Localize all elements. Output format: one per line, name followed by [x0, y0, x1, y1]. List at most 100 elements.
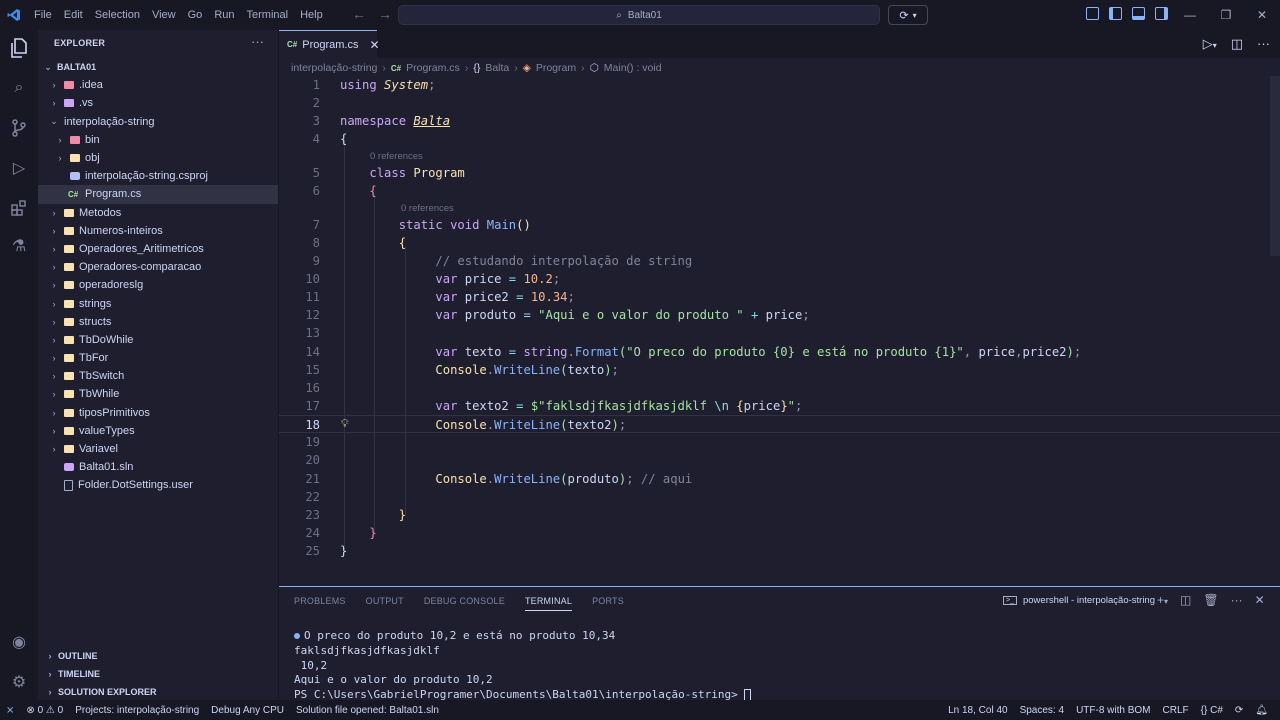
menu-help[interactable]: Help	[294, 0, 329, 30]
tree-folder[interactable]: › Operadores-comparacao	[38, 258, 278, 276]
tree-folder[interactable]: › bin	[38, 131, 278, 149]
split-terminal-icon[interactable]: ◫	[1180, 593, 1191, 607]
tab-output[interactable]: OUTPUT	[366, 596, 404, 611]
debug-config-status[interactable]: Debug Any CPU	[205, 705, 290, 716]
terminal-selector[interactable]: >_ powershell - interpolação-string	[1003, 595, 1155, 606]
outline-section[interactable]: › OUTLINE	[38, 647, 278, 665]
tree-folder[interactable]: › structs	[38, 313, 278, 331]
forward-arrow-icon[interactable]: →	[378, 6, 392, 22]
code-editor[interactable]: 1 using System; 2 3 namespace Balta 4{ 0 r…	[279, 76, 1280, 582]
run-code-icon[interactable]: ▷▾	[1203, 36, 1217, 52]
tree-folder[interactable]: › .idea	[38, 76, 278, 94]
tab-problems[interactable]: PROBLEMS	[294, 596, 346, 611]
tree-folder[interactable]: ⌄ interpolação-string	[38, 113, 278, 131]
more-actions-icon[interactable]: ···	[1257, 36, 1270, 52]
codelens-references[interactable]: 0 references	[370, 151, 423, 162]
menu-selection[interactable]: Selection	[89, 0, 146, 30]
end-of-line[interactable]: CRLF	[1157, 705, 1195, 716]
breadcrumb-folder[interactable]: interpolação-string	[291, 62, 377, 74]
tree-folder[interactable]: › .vs	[38, 94, 278, 112]
codelens-references[interactable]: 0 references	[401, 203, 454, 214]
source-control-icon[interactable]	[9, 118, 29, 138]
settings-gear-icon[interactable]: ⚙	[9, 672, 29, 692]
lightbulb-icon[interactable]: 💡︎	[341, 418, 349, 431]
tab-debug-console[interactable]: DEBUG CONSOLE	[424, 596, 505, 611]
customize-layout-icon[interactable]	[1086, 7, 1099, 20]
tab-ports[interactable]: PORTS	[592, 596, 624, 611]
problems-indicator[interactable]: ⊗ 0 ⚠ 0	[20, 705, 69, 716]
copilot-status-icon[interactable]: ⟳	[1229, 705, 1249, 716]
tab-terminal[interactable]: TERMINAL	[524, 596, 573, 611]
back-arrow-icon[interactable]: ←	[352, 6, 366, 22]
timeline-section[interactable]: › TIMELINE	[38, 665, 278, 683]
indentation[interactable]: Spaces: 4	[1014, 705, 1070, 716]
terminal-output[interactable]: O preco do produto 10,2 e está no produt…	[294, 629, 752, 703]
tree-folder[interactable]: › Variavel	[38, 440, 278, 458]
solution-explorer-section[interactable]: › SOLUTION EXPLORER	[38, 683, 278, 701]
menu-edit[interactable]: Edit	[58, 0, 89, 30]
tree-item-label: TbWhile	[79, 388, 120, 401]
tree-file[interactable]: Balta01.sln	[38, 458, 278, 476]
tree-folder[interactable]: › TbFor	[38, 349, 278, 367]
bottom-panel: PROBLEMS OUTPUT DEBUG CONSOLE TERMINAL P…	[279, 586, 1280, 703]
tree-file[interactable]: Folder.DotSettings.user	[38, 476, 278, 494]
encoding[interactable]: UTF-8 with BOM	[1070, 705, 1156, 716]
language-mode[interactable]: {} C#	[1195, 705, 1229, 716]
projects-status[interactable]: Projects: interpolação-string	[69, 705, 205, 716]
tab-program-cs[interactable]: C# Program.cs ✕	[279, 30, 380, 58]
new-terminal-icon[interactable]: +▾	[1157, 593, 1168, 607]
breadcrumb-namespace[interactable]: Balta	[485, 62, 509, 74]
run-debug-icon[interactable]: ▷	[9, 158, 29, 178]
testing-flask-icon[interactable]: ⚗	[9, 236, 29, 256]
search-icon[interactable]: ⌕	[9, 78, 29, 98]
command-center-search[interactable]: ⌕ Balta01	[398, 5, 880, 25]
chevron-right-icon: ›	[514, 62, 518, 74]
tree-folder[interactable]: › obj	[38, 149, 278, 167]
tree-folder[interactable]: › Numeros-inteiros	[38, 222, 278, 240]
menu-run[interactable]: Run	[208, 0, 240, 30]
menu-file[interactable]: File	[28, 0, 58, 30]
tree-folder[interactable]: › strings	[38, 294, 278, 312]
tree-folder[interactable]: › Metodos	[38, 204, 278, 222]
toggle-sidebar-icon[interactable]	[1109, 7, 1122, 20]
close-panel-icon[interactable]: ✕	[1255, 593, 1265, 607]
notifications-bell-icon[interactable]: 🔔︎	[1249, 705, 1274, 716]
tree-folder[interactable]: › tiposPrimitivos	[38, 404, 278, 422]
tree-folder[interactable]: › TbDoWhile	[38, 331, 278, 349]
close-tab-icon[interactable]: ✕	[369, 38, 379, 52]
code-line-21: 21 Console.WriteLine(produto); // aqui	[305, 472, 693, 486]
solution-status[interactable]: Solution file opened: Balta01.sln	[290, 705, 445, 716]
menu-view[interactable]: View	[146, 0, 182, 30]
cursor-position[interactable]: Ln 18, Col 40	[942, 705, 1014, 716]
tree-folder[interactable]: › Operadores_Aritimetricos	[38, 240, 278, 258]
toggle-panel-icon[interactable]	[1132, 7, 1145, 20]
tree-item-label: strings	[79, 297, 112, 310]
explorer-files-icon[interactable]	[9, 38, 29, 58]
close-window-button[interactable]: ✕	[1244, 0, 1280, 30]
breadcrumb-method[interactable]: Main() : void	[604, 62, 662, 74]
breadcrumb-class[interactable]: Program	[536, 62, 576, 74]
more-actions-icon[interactable]: ···	[1231, 593, 1243, 607]
code-line-24: 24 }	[305, 526, 377, 540]
tree-folder[interactable]: › TbWhile	[38, 385, 278, 403]
remote-icon[interactable]: ⨯	[0, 705, 20, 716]
restore-button[interactable]: ❐	[1208, 0, 1244, 30]
more-actions-icon[interactable]: ···	[251, 34, 264, 49]
menu-go[interactable]: Go	[182, 0, 209, 30]
editor-scrollbar[interactable]	[1270, 76, 1280, 256]
tree-folder[interactable]: › operadoreslg	[38, 276, 278, 294]
tree-folder[interactable]: › TbSwitch	[38, 367, 278, 385]
toggle-secondary-sidebar-icon[interactable]	[1155, 7, 1168, 20]
breadcrumb-file[interactable]: Program.cs	[406, 62, 460, 74]
tree-file[interactable]: C# Program.cs	[38, 185, 278, 204]
menu-terminal[interactable]: Terminal	[241, 0, 295, 30]
tree-file[interactable]: interpolação-string.csproj	[38, 167, 278, 185]
accounts-icon[interactable]: ◉	[9, 632, 29, 652]
workspace-root[interactable]: ⌄ BALTA01	[38, 58, 278, 76]
minimize-button[interactable]: —	[1172, 0, 1208, 30]
split-editor-icon[interactable]: ◫	[1231, 36, 1243, 52]
copilot-button[interactable]: ⟳ ▾	[888, 5, 928, 25]
extensions-icon[interactable]	[9, 198, 29, 218]
trash-icon[interactable]: 🗑︎	[1203, 593, 1218, 607]
tree-folder[interactable]: › valueTypes	[38, 422, 278, 440]
